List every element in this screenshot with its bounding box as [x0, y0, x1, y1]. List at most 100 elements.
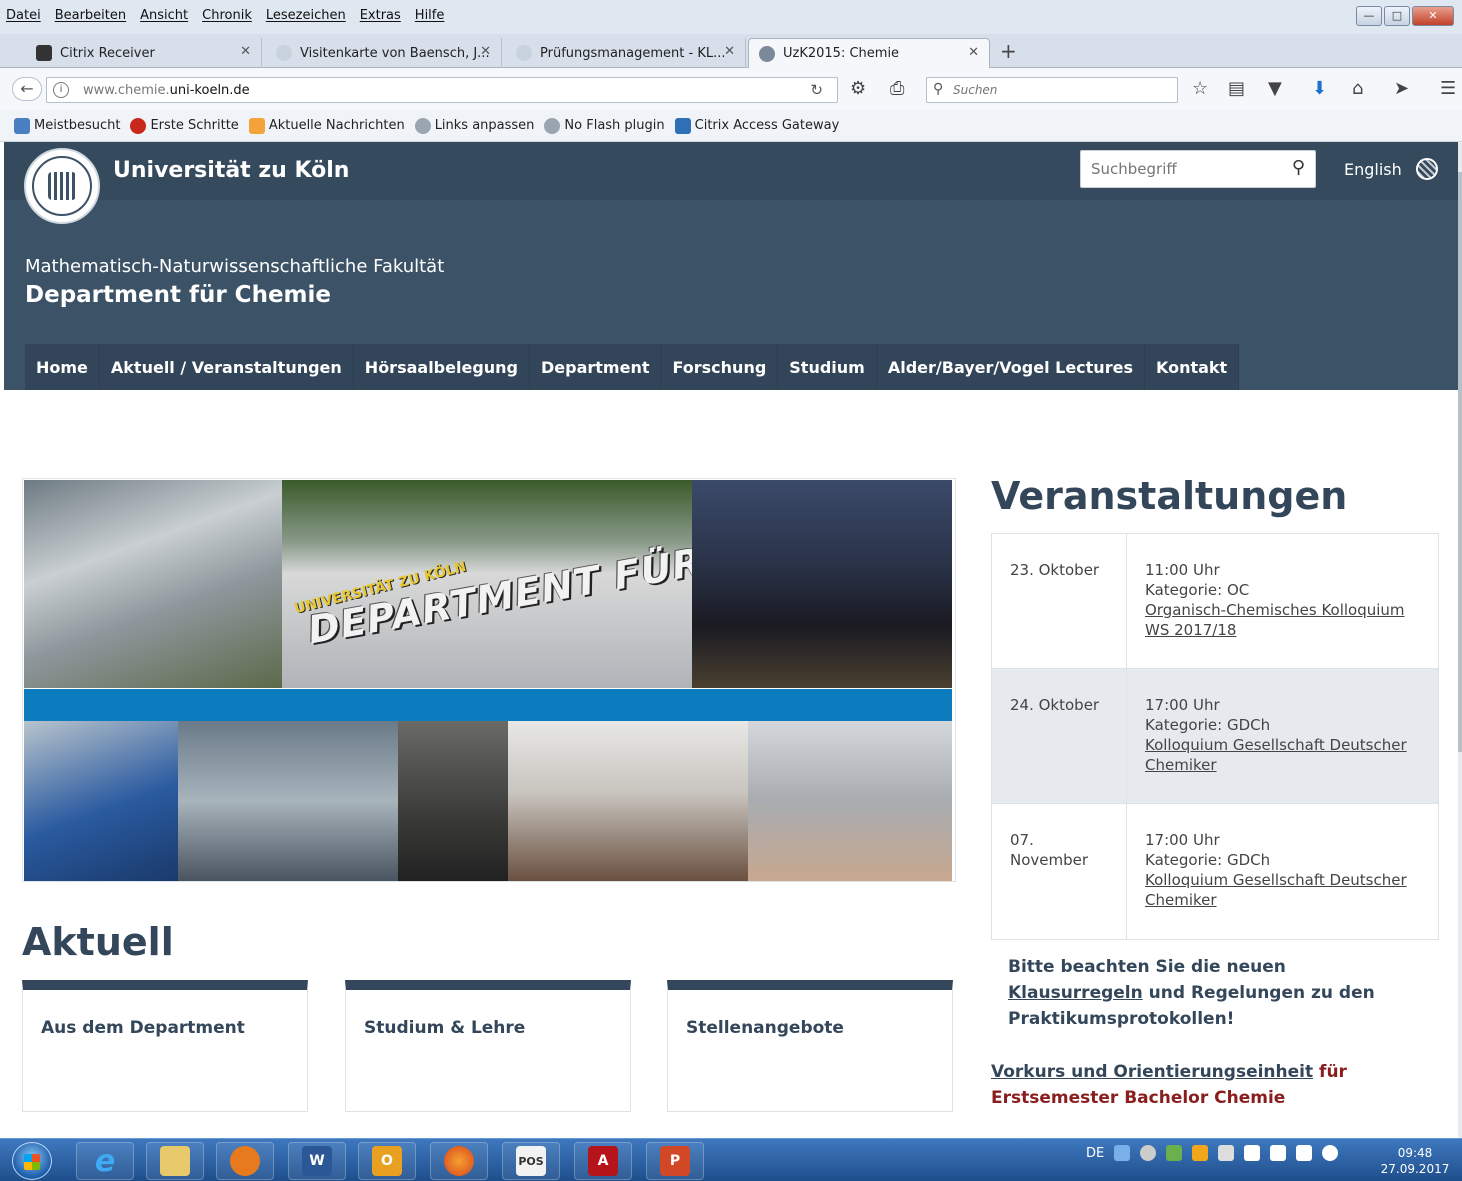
klausurregeln-link[interactable]: Klausurregeln — [1008, 983, 1143, 1003]
browser-search-input[interactable] — [953, 81, 1163, 99]
close-window-button[interactable]: ✕ — [1412, 6, 1454, 26]
card-studium-lehre[interactable]: Studium & Lehre — [345, 980, 631, 1112]
events-table: 23. Oktober 11:00 Uhr Kategorie: OC Orga… — [991, 533, 1439, 940]
event-link[interactable]: Kolloquium Gesellschaft Deutscher Chemik… — [1145, 735, 1420, 775]
scrollbar-thumb[interactable] — [1458, 172, 1462, 752]
site-search-input[interactable] — [1091, 159, 1281, 179]
site-search-box[interactable]: ⚲ — [1080, 150, 1316, 188]
tray-security-icon[interactable] — [1244, 1145, 1261, 1161]
maximize-button[interactable]: □ — [1384, 6, 1410, 26]
globe-icon — [1415, 158, 1438, 180]
portrait-photo — [398, 721, 508, 881]
bookmark-aktuelle-nachrichten[interactable]: Aktuelle Nachrichten — [248, 117, 405, 134]
menu-extras[interactable]: Extras — [360, 8, 401, 23]
bookmark-links-anpassen[interactable]: Links anpassen — [414, 117, 534, 134]
nav-aktuell-veranstaltungen[interactable]: Aktuell / Veranstaltungen — [100, 344, 354, 390]
language-switch[interactable]: English — [1344, 158, 1438, 180]
graffiti-main-text: DEPARTMENT FÜR CHEMIE — [304, 508, 692, 653]
event-category: Kategorie: GDCh — [1145, 716, 1271, 734]
tray-sync-icon[interactable] — [1140, 1145, 1157, 1161]
event-time: 17:00 Uhr — [1145, 696, 1220, 714]
card-stellenangebote[interactable]: Stellenangebote — [667, 980, 953, 1112]
url-bar[interactable]: i www.chemie.uni-koeln.de ↻ — [46, 77, 838, 103]
menu-chronik[interactable]: Chronik — [202, 8, 252, 23]
card-label: Stellenangebote — [686, 1018, 844, 1038]
nav-lectures[interactable]: Alder/Bayer/Vogel Lectures — [877, 344, 1145, 390]
bookmark-erste-schritte[interactable]: Erste Schritte — [130, 117, 239, 134]
web-page: Universität zu Köln ⚲ English Mathematis… — [4, 142, 1458, 1138]
search-icon[interactable]: ⚲ — [1292, 157, 1305, 178]
taskbar-media-player[interactable] — [216, 1142, 274, 1180]
close-tab-icon[interactable]: ✕ — [968, 45, 979, 60]
bookmark-star-icon[interactable]: ☆ — [1192, 78, 1208, 99]
menu-datei[interactable]: Datei — [6, 8, 41, 23]
tab-visitenkarte[interactable]: Visitenkarte von Baensch, J... ✕ — [266, 38, 502, 68]
menu-bearbeiten[interactable]: Bearbeiten — [55, 8, 126, 23]
event-link[interactable]: Organisch-Chemisches Kolloquium WS 2017/… — [1145, 600, 1420, 640]
settings-gear-icon[interactable]: ⚙ — [850, 78, 866, 99]
tray-network-icon[interactable] — [1166, 1145, 1183, 1161]
hamburger-menu-icon[interactable]: ☰ — [1440, 78, 1456, 99]
vorkurs-link[interactable]: Vorkurs und Orientierungseinheit — [991, 1062, 1313, 1082]
tab-citrix-receiver[interactable]: Citrix Receiver ✕ — [26, 38, 262, 68]
event-info: 11:00 Uhr Kategorie: OC Organisch-Chemis… — [1127, 534, 1438, 668]
tray-office-icon[interactable] — [1192, 1145, 1209, 1161]
taskbar-outlook[interactable]: O — [358, 1142, 416, 1180]
action-center-flag-icon[interactable] — [1270, 1145, 1287, 1161]
taskbar-acrobat[interactable]: A — [574, 1142, 632, 1180]
bookmark-meistbesucht[interactable]: Meistbesucht — [14, 117, 120, 134]
globe-icon — [516, 45, 532, 61]
tab-uzk-chemie[interactable]: UzK2015: Chemie ✕ — [748, 38, 990, 68]
tab-pruefungsmanagement[interactable]: Prüfungsmanagement - KL... ✕ — [506, 38, 746, 68]
nav-hoersaalbelegung[interactable]: Hörsaalbelegung — [354, 344, 530, 390]
language-label: English — [1344, 159, 1402, 179]
browser-search-bar[interactable]: ⚲ — [926, 77, 1178, 103]
university-name[interactable]: Universität zu Köln — [113, 158, 349, 183]
menu-hilfe[interactable]: Hilfe — [415, 8, 445, 23]
close-tab-icon[interactable]: ✕ — [240, 44, 251, 59]
minimize-button[interactable]: — — [1356, 6, 1382, 26]
taskbar-internet-explorer[interactable]: e — [76, 1142, 134, 1180]
network-status-icon[interactable] — [1296, 1145, 1313, 1161]
event-link[interactable]: Kolloquium Gesellschaft Deutscher Chemik… — [1145, 870, 1420, 910]
close-tab-icon[interactable]: ✕ — [724, 44, 735, 59]
reading-list-icon[interactable]: ▤ — [1228, 78, 1245, 99]
nav-kontakt[interactable]: Kontakt — [1145, 344, 1240, 390]
taskbar-firefox[interactable] — [430, 1142, 488, 1180]
taskbar-word[interactable]: W — [288, 1142, 346, 1180]
instrument-photo — [748, 721, 952, 881]
info-icon[interactable]: i — [53, 82, 69, 98]
close-tab-icon[interactable]: ✕ — [480, 44, 491, 59]
nav-forschung[interactable]: Forschung — [661, 344, 779, 390]
nav-department[interactable]: Department — [530, 344, 662, 390]
start-button[interactable] — [12, 1142, 52, 1180]
home-icon[interactable]: ⌂ — [1352, 78, 1363, 99]
volume-icon[interactable] — [1322, 1145, 1339, 1161]
reload-icon[interactable]: ↻ — [810, 81, 823, 99]
taskbar-powerpoint[interactable]: P — [646, 1142, 704, 1180]
bookmark-no-flash-plugin[interactable]: No Flash plugin — [544, 117, 665, 134]
tray-user-icon[interactable] — [1218, 1145, 1235, 1161]
new-tab-icon[interactable]: + — [1000, 39, 1017, 63]
send-icon[interactable]: ➤ — [1394, 78, 1409, 99]
menu-lesezeichen[interactable]: Lesezeichen — [266, 8, 346, 23]
university-seal-logo[interactable] — [24, 148, 100, 224]
nav-home[interactable]: Home — [25, 344, 100, 390]
print-icon[interactable]: ⎙ — [890, 78, 904, 99]
nav-studium[interactable]: Studium — [778, 344, 877, 390]
tab-strip: Citrix Receiver ✕ Visitenkarte von Baens… — [0, 34, 1462, 68]
taskbar-pos-app[interactable]: POS — [502, 1142, 560, 1180]
taskbar-file-explorer[interactable] — [146, 1142, 204, 1180]
input-language[interactable]: DE — [1086, 1146, 1104, 1161]
tab-label: Citrix Receiver — [60, 45, 155, 61]
bookmark-citrix-access-gateway[interactable]: Citrix Access Gateway — [674, 117, 839, 134]
tray-app-icon[interactable] — [1114, 1145, 1131, 1161]
menu-ansicht[interactable]: Ansicht — [140, 8, 188, 23]
page-scrollbar[interactable] — [1458, 142, 1462, 1138]
back-button[interactable]: ← — [12, 77, 42, 101]
system-clock[interactable]: 09:48 27.09.2017 — [1380, 1145, 1450, 1177]
bookmarks-toolbar: Meistbesucht Erste Schritte Aktuelle Nac… — [0, 110, 1462, 142]
card-aus-dem-department[interactable]: Aus dem Department — [22, 980, 308, 1112]
download-icon[interactable]: ⬇ — [1312, 78, 1327, 99]
pocket-icon[interactable]: ▼ — [1268, 78, 1282, 99]
